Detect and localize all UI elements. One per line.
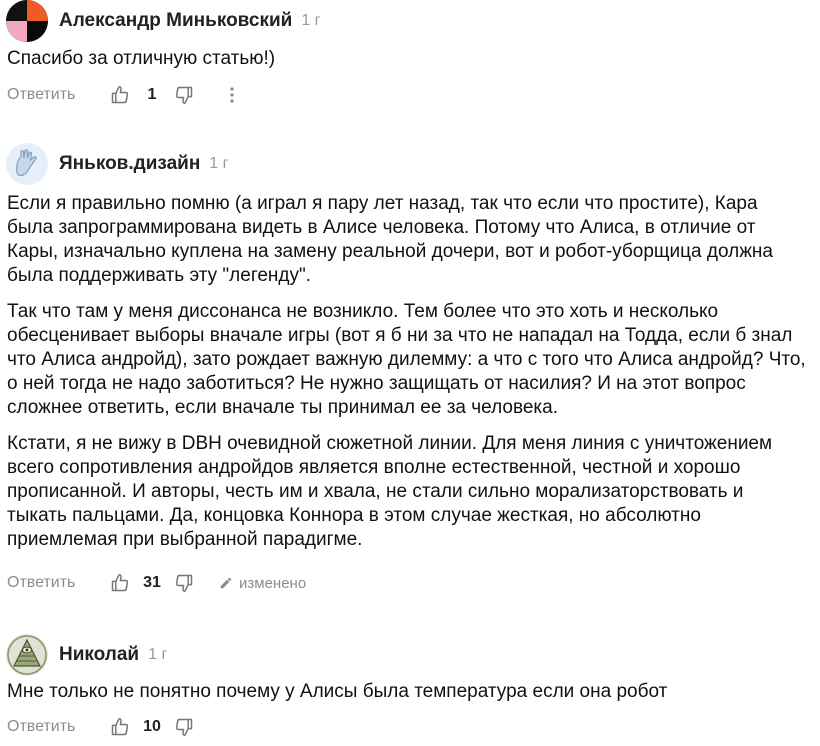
like-count: 31 [143, 574, 161, 591]
author-name[interactable]: Яньков.дизайн [59, 153, 200, 175]
comment-age: 1 г [301, 12, 321, 29]
thumbs-up-icon[interactable] [109, 716, 131, 738]
comment-actions: Ответить 1 [7, 81, 237, 109]
comment-body: Мне только не понятно почему у Алисы был… [7, 680, 807, 716]
like-count: 1 [147, 86, 157, 103]
avatar-image [6, 0, 48, 42]
reply-button[interactable]: Ответить [7, 86, 109, 104]
avatar[interactable] [6, 634, 48, 676]
reply-button[interactable]: Ответить [7, 574, 109, 592]
avatar[interactable] [6, 0, 48, 42]
edited-indicator: изменено [219, 575, 306, 592]
pencil-icon [220, 577, 232, 589]
comment-paragraph: Если я правильно помню (а играл я пару л… [7, 193, 773, 286]
thumbs-down-icon[interactable] [173, 716, 195, 738]
comment-age: 1 г [209, 155, 229, 172]
comment-actions: Ответить 31 изменено [7, 569, 306, 597]
like-count: 10 [143, 718, 161, 735]
comment-header: Николай 1 г [6, 634, 167, 676]
avatar[interactable] [6, 143, 48, 185]
comment-header: Яньков.дизайн 1 г [6, 143, 228, 185]
comment-actions: Ответить 10 [7, 713, 195, 741]
thumbs-up-icon[interactable] [109, 572, 131, 594]
thumbs-up-icon[interactable] [109, 84, 131, 106]
edited-label: изменено [239, 574, 307, 592]
comment-header: Александр Миньковский 1 г [6, 0, 321, 42]
comment-body: Если я правильно помню (а играл я пару л… [7, 192, 807, 564]
comment-paragraph: Так что там у меня диссонанса не возникл… [7, 301, 806, 418]
author-name[interactable]: Николай [59, 644, 139, 666]
comment-body: Спасибо за отличную статью!) [7, 47, 807, 83]
avatar-image [6, 634, 48, 676]
comment-text: Спасибо за отличную статью!) [7, 48, 276, 69]
thumbs-down-icon[interactable] [173, 84, 195, 106]
author-name[interactable]: Александр Миньковский [59, 10, 292, 32]
comment-paragraph: Кстати, я не вижу в DBH очевидной сюжетн… [7, 433, 773, 550]
thumbs-down-icon[interactable] [173, 572, 195, 594]
avatar-image [6, 143, 48, 185]
comment-age: 1 г [148, 646, 168, 663]
reply-button[interactable]: Ответить [7, 718, 109, 736]
more-vertical-icon[interactable] [227, 85, 237, 105]
comment-text: Мне только не понятно почему у Алисы был… [7, 681, 668, 702]
